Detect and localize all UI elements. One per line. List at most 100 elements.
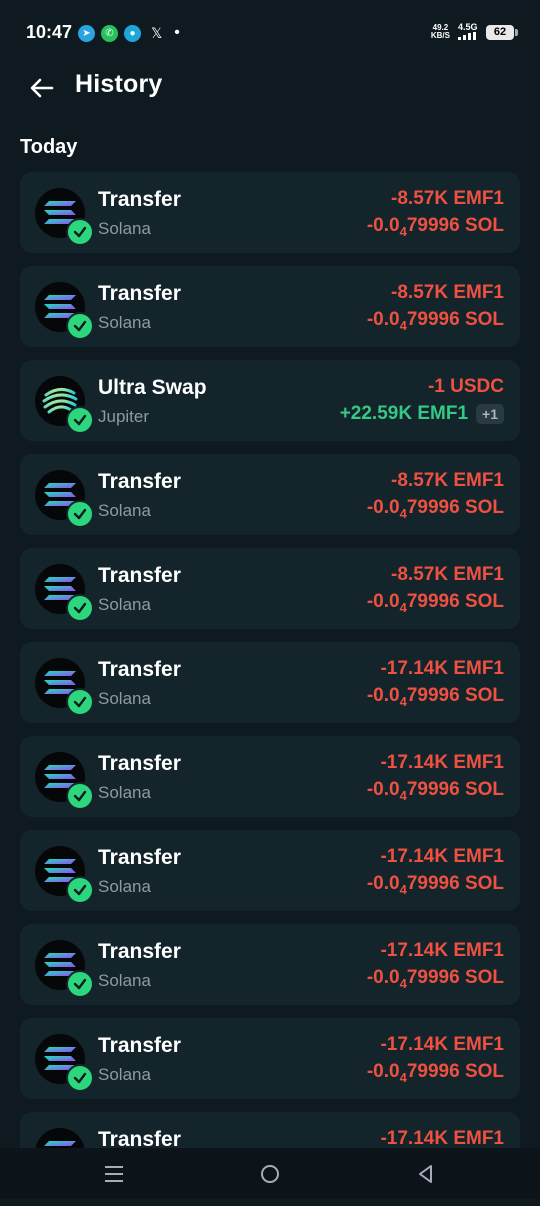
signal-icon	[458, 32, 476, 40]
amount-primary: -17.14K EMF1	[380, 846, 504, 867]
amount-secondary: -0.0479996 SOL	[366, 591, 504, 615]
transaction-title: Transfer	[98, 282, 181, 305]
network-type: 4.5G	[458, 22, 478, 42]
amount-subscript: 4	[399, 318, 407, 333]
transaction-row[interactable]: Transfer Solana -17.14K EMF1 -0.0479996 SOL	[20, 736, 520, 817]
amount-prefix: -0.0	[366, 309, 400, 330]
amount-primary: -8.57K EMF1	[391, 564, 504, 585]
amount-suffix: 79996 SOL	[406, 497, 504, 518]
amount-secondary-text: +22.59K EMF1	[339, 403, 469, 424]
amount-secondary: -0.0479996 SOL	[367, 497, 504, 521]
transaction-subtitle: Solana	[98, 501, 151, 520]
success-check-badge	[66, 218, 94, 246]
check-icon	[73, 696, 87, 708]
amount-primary: -17.14K EMF1	[380, 658, 504, 679]
x-icon: 𝕏	[151, 24, 163, 41]
transaction-title: Transfer	[98, 940, 181, 963]
transaction-row[interactable]: Transfer Solana -8.57K EMF1 -0.0479996 SOL	[20, 548, 520, 629]
home-button[interactable]	[256, 1160, 284, 1188]
amount-primary: -17.14K EMF1	[380, 940, 504, 961]
amount-primary: -8.57K EMF1	[391, 282, 504, 303]
transaction-title: Transfer	[98, 752, 181, 775]
amount-subscript: 4	[399, 1070, 407, 1085]
amount-suffix: 79996 SOL	[406, 685, 504, 706]
arrow-left-icon	[30, 78, 54, 98]
amount-prefix: -0.0	[366, 685, 400, 706]
check-icon	[73, 884, 87, 896]
amount-primary: -8.57K EMF1	[391, 470, 504, 491]
transaction-title: Transfer	[98, 846, 181, 869]
amount-subscript: 4	[399, 506, 407, 521]
amount-suffix: 79996 SOL	[406, 215, 504, 236]
more-notifications-dot-icon: •	[174, 24, 180, 41]
success-check-badge	[66, 500, 94, 528]
amount-suffix: 79996 SOL	[406, 1061, 504, 1082]
transaction-subtitle: Solana	[98, 783, 151, 802]
transaction-subtitle: Solana	[98, 971, 151, 990]
system-back-button[interactable]	[412, 1160, 440, 1188]
battery-level: 62	[493, 26, 507, 38]
notification-icons: ➤ ✆ ● 𝕏 •	[78, 24, 180, 42]
success-check-badge	[66, 406, 94, 434]
amount-prefix: -0.0	[366, 591, 400, 612]
back-button[interactable]	[22, 68, 62, 108]
status-time: 10:47	[26, 22, 73, 42]
amount-suffix: 79996 SOL	[406, 779, 504, 800]
section-label-today: Today	[20, 136, 78, 158]
net-speed: 49.2 KB/S	[431, 24, 450, 40]
check-icon	[73, 414, 87, 426]
amount-secondary-value: -0.0479996 SOL	[366, 309, 504, 333]
net-speed-unit: KB/S	[430, 31, 450, 40]
amount-secondary-value: -0.0479996 SOL	[367, 873, 504, 897]
transaction-row[interactable]: Transfer Solana -8.57K EMF1 -0.0479996 SOL	[20, 454, 520, 535]
amount-secondary-value: -0.0479996 SOL	[366, 779, 504, 803]
success-check-badge	[66, 594, 94, 622]
transaction-row[interactable]: Transfer Solana -17.14K EMF1 -0.0479996 SOL	[20, 830, 520, 911]
transaction-row[interactable]: Transfer Solana -8.57K EMF1 -0.0479996 SOL	[20, 172, 520, 253]
system-nav-bar	[0, 1148, 540, 1199]
amount-prefix: -0.0	[366, 967, 400, 988]
amount-prefix: -0.0	[366, 779, 400, 800]
amount-subscript: 4	[399, 882, 407, 897]
amount-prefix: -0.0	[366, 215, 400, 236]
success-check-badge	[66, 970, 94, 998]
transaction-row[interactable]: Transfer Solana -8.57K EMF1 -0.0479996 SOL	[20, 266, 520, 347]
transaction-row[interactable]: Ultra Swap Jupiter -1 USDC +22.59K EMF1 +1	[20, 360, 520, 441]
status-bar: 10:47 ➤ ✆ ● 𝕏 • 49.2 KB/S 4.5G 62	[0, 0, 540, 62]
check-icon	[73, 226, 87, 238]
check-icon	[73, 978, 87, 990]
back-triangle-icon	[419, 1165, 432, 1183]
amount-secondary-value: -0.0479996 SOL	[367, 497, 504, 521]
amount-suffix: 79996 SOL	[406, 591, 504, 612]
check-icon	[73, 320, 87, 332]
amount-secondary-value: -0.0479996 SOL	[366, 967, 504, 991]
header: History	[0, 62, 540, 112]
telegram-icon: ➤	[78, 24, 95, 42]
check-icon	[73, 1072, 87, 1084]
check-icon	[73, 602, 87, 614]
amount-secondary-value: -0.0479996 SOL	[366, 591, 504, 615]
amount-subscript: 4	[399, 224, 407, 239]
check-icon	[73, 790, 87, 802]
transaction-subtitle: Solana	[98, 689, 151, 708]
transaction-list: Transfer Solana -8.57K EMF1 -0.0479996 SOL …	[20, 172, 520, 1206]
transaction-subtitle: Solana	[98, 219, 151, 238]
transaction-title: Transfer	[98, 188, 181, 211]
amount-primary: -17.14K EMF1	[380, 1128, 504, 1149]
amount-secondary: -0.0479996 SOL	[366, 967, 504, 991]
transaction-row[interactable]: Transfer Solana -17.14K EMF1 -0.0479996 SOL	[20, 1018, 520, 1099]
recents-button[interactable]	[100, 1160, 128, 1188]
transaction-row[interactable]: Transfer Solana -17.14K EMF1 -0.0479996 SOL	[20, 924, 520, 1005]
success-check-badge	[66, 876, 94, 904]
amount-suffix: 79996 SOL	[406, 873, 504, 894]
transaction-subtitle: Solana	[98, 313, 151, 332]
check-icon	[73, 508, 87, 520]
amount-suffix: 79996 SOL	[406, 309, 504, 330]
transaction-title: Transfer	[98, 658, 181, 681]
amount-secondary-value: -0.0479996 SOL	[367, 1061, 504, 1085]
transaction-row[interactable]: Transfer Solana -17.14K EMF1 -0.0479996 SOL	[20, 642, 520, 723]
success-check-badge	[66, 1064, 94, 1092]
amount-primary: -1 USDC	[427, 376, 504, 397]
extra-token-badge: +1	[476, 404, 504, 424]
amount-secondary: -0.0479996 SOL	[366, 215, 504, 239]
